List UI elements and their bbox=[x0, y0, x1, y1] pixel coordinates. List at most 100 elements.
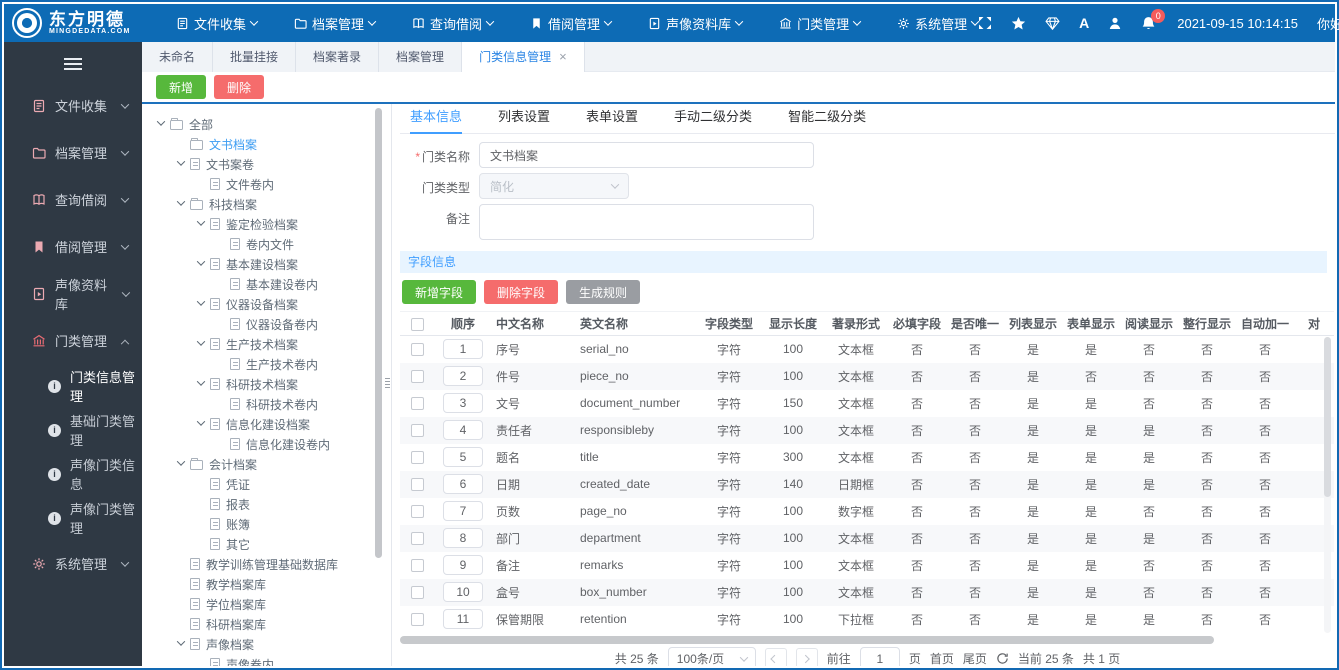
sidebar-item-media-library[interactable]: 声像资料库 bbox=[4, 270, 142, 317]
chevron-down-icon[interactable] bbox=[196, 337, 206, 346]
sidebar-item-archive-manage[interactable]: 档案管理 bbox=[4, 129, 142, 176]
first-page-link[interactable]: 首页 bbox=[930, 650, 954, 666]
tree-node[interactable]: 会计档案 bbox=[150, 454, 377, 474]
tree-node[interactable]: 学位档案库 bbox=[150, 594, 377, 614]
tree-node[interactable]: 信息化建设档案 bbox=[150, 414, 377, 434]
tree-node[interactable]: 其它 bbox=[150, 534, 377, 554]
row-checkbox[interactable] bbox=[410, 370, 424, 384]
nav-item-query-borrow[interactable]: 查询借阅 bbox=[412, 14, 495, 33]
prev-page-button[interactable] bbox=[764, 647, 787, 666]
order-input[interactable] bbox=[443, 339, 483, 360]
chevron-down-icon[interactable] bbox=[196, 297, 206, 306]
order-input[interactable] bbox=[443, 447, 483, 467]
detail-tab[interactable]: 表单设置 bbox=[586, 104, 638, 134]
detail-tab[interactable]: 手动二级分类 bbox=[674, 104, 752, 134]
tree-node[interactable]: 信息化建设卷内 bbox=[150, 434, 377, 454]
last-page-link[interactable]: 尾页 bbox=[963, 650, 987, 666]
row-checkbox[interactable] bbox=[410, 505, 424, 519]
bell-icon[interactable]: 0 bbox=[1141, 8, 1166, 31]
row-checkbox[interactable] bbox=[410, 478, 424, 492]
nav-item-file-collect[interactable]: 文件收集 bbox=[176, 14, 259, 33]
nav-item-borrow-manage[interactable]: 借阅管理 bbox=[530, 14, 613, 33]
window-tab[interactable]: 未命名 bbox=[142, 42, 214, 72]
favorite-star-icon[interactable] bbox=[1011, 16, 1026, 31]
tree-node[interactable]: 报表 bbox=[150, 494, 377, 514]
window-tab[interactable]: 批量挂接 bbox=[213, 42, 297, 72]
next-page-button[interactable] bbox=[795, 647, 818, 666]
chevron-down-icon[interactable] bbox=[176, 637, 186, 646]
tree-node[interactable]: 仪器设备卷内 bbox=[150, 314, 377, 334]
tree-node[interactable]: 声像档案 bbox=[150, 634, 377, 654]
chevron-down-icon[interactable] bbox=[176, 197, 186, 206]
tree-node[interactable]: 生产技术档案 bbox=[150, 334, 377, 354]
order-input[interactable] bbox=[443, 609, 483, 629]
refresh-icon[interactable] bbox=[996, 652, 1009, 665]
sidebar-item-category-manage[interactable]: 门类管理 bbox=[4, 317, 142, 364]
order-input[interactable] bbox=[443, 528, 483, 548]
row-checkbox[interactable] bbox=[410, 343, 424, 357]
window-tab[interactable]: 档案管理 bbox=[379, 42, 463, 72]
detail-tab[interactable]: 基本信息 bbox=[410, 104, 463, 134]
table-vertical-scrollbar[interactable] bbox=[1324, 337, 1331, 633]
chevron-down-icon[interactable] bbox=[196, 417, 206, 426]
sidebar-item-query-borrow[interactable]: 查询借阅 bbox=[4, 176, 142, 223]
page-number-input[interactable] bbox=[859, 646, 900, 666]
chevron-down-icon[interactable] bbox=[196, 377, 206, 386]
sidebar-item-system-manage[interactable]: 系统管理 bbox=[4, 540, 142, 587]
tree-node[interactable]: 基本建设档案 bbox=[150, 254, 377, 274]
window-tab[interactable]: 门类信息管理 bbox=[462, 42, 585, 72]
order-input[interactable] bbox=[443, 420, 483, 440]
order-input[interactable] bbox=[443, 366, 483, 386]
row-checkbox[interactable] bbox=[410, 586, 424, 600]
font-size-icon[interactable]: A bbox=[1079, 15, 1089, 31]
tree-node[interactable]: 教学档案库 bbox=[150, 574, 377, 594]
chevron-down-icon[interactable] bbox=[176, 457, 186, 466]
chevron-down-icon[interactable] bbox=[196, 217, 206, 226]
diamond-icon[interactable] bbox=[1045, 16, 1060, 31]
row-checkbox[interactable] bbox=[410, 397, 424, 411]
tree-node[interactable]: 声像卷内 bbox=[150, 654, 377, 666]
sidebar-subitem-media-category-manage[interactable]: 声像门类管理 bbox=[4, 496, 142, 540]
chevron-down-icon[interactable] bbox=[176, 157, 186, 166]
nav-item-media-library[interactable]: 声像资料库 bbox=[648, 14, 744, 33]
fullscreen-icon[interactable] bbox=[978, 16, 992, 30]
nav-item-system-manage[interactable]: 系统管理 bbox=[897, 14, 980, 33]
order-input[interactable] bbox=[443, 501, 483, 521]
row-checkbox[interactable] bbox=[410, 451, 424, 465]
tree-node[interactable]: 科研技术档案 bbox=[150, 374, 377, 394]
table-horizontal-scrollbar[interactable] bbox=[400, 635, 1325, 644]
row-checkbox[interactable] bbox=[410, 424, 424, 438]
tree-node[interactable]: 文书案卷 bbox=[150, 154, 377, 174]
tree-node[interactable]: 科研技术卷内 bbox=[150, 394, 377, 414]
tree-node[interactable]: 基本建设卷内 bbox=[150, 274, 377, 294]
select-all-checkbox[interactable] bbox=[410, 317, 424, 331]
sidebar-item-borrow-manage[interactable]: 借阅管理 bbox=[4, 223, 142, 270]
tree-node[interactable]: 文件卷内 bbox=[150, 174, 377, 194]
sidebar-subitem-basic-category-manage[interactable]: 基础门类管理 bbox=[4, 408, 142, 452]
order-input[interactable] bbox=[443, 582, 483, 602]
page-size-select[interactable]: 100条/页 bbox=[667, 646, 756, 666]
row-checkbox[interactable] bbox=[410, 559, 424, 573]
row-checkbox[interactable] bbox=[410, 532, 424, 546]
category-name-input[interactable] bbox=[479, 142, 814, 168]
tree-scrollbar[interactable] bbox=[375, 106, 382, 664]
scrollbar-thumb[interactable] bbox=[400, 635, 1214, 644]
close-icon[interactable] bbox=[559, 42, 567, 72]
sidebar-subitem-category-info-manage[interactable]: 门类信息管理 bbox=[4, 364, 142, 408]
sidebar-item-file-collect[interactable]: 文件收集 bbox=[4, 82, 142, 129]
sidebar-collapse-button[interactable] bbox=[4, 46, 142, 82]
category-type-select[interactable]: 简化 bbox=[479, 173, 629, 199]
remark-textarea[interactable] bbox=[479, 204, 814, 240]
tree-node[interactable]: 卷内文件 bbox=[150, 234, 377, 254]
sidebar-subitem-media-category-info[interactable]: 声像门类信息 bbox=[4, 452, 142, 496]
add-field-button[interactable]: 新增字段 bbox=[402, 280, 477, 304]
tree-node[interactable]: 教学训练管理基础数据库 bbox=[150, 554, 377, 574]
window-tab[interactable]: 档案著录 bbox=[296, 42, 380, 72]
detail-tab[interactable]: 列表设置 bbox=[498, 104, 550, 134]
order-input[interactable] bbox=[443, 393, 483, 413]
tree-node[interactable]: 账簿 bbox=[150, 514, 377, 534]
add-button[interactable]: 新增 bbox=[156, 75, 207, 99]
row-checkbox[interactable] bbox=[410, 613, 424, 627]
order-input[interactable] bbox=[443, 474, 483, 494]
delete-field-button[interactable]: 删除字段 bbox=[484, 280, 559, 304]
